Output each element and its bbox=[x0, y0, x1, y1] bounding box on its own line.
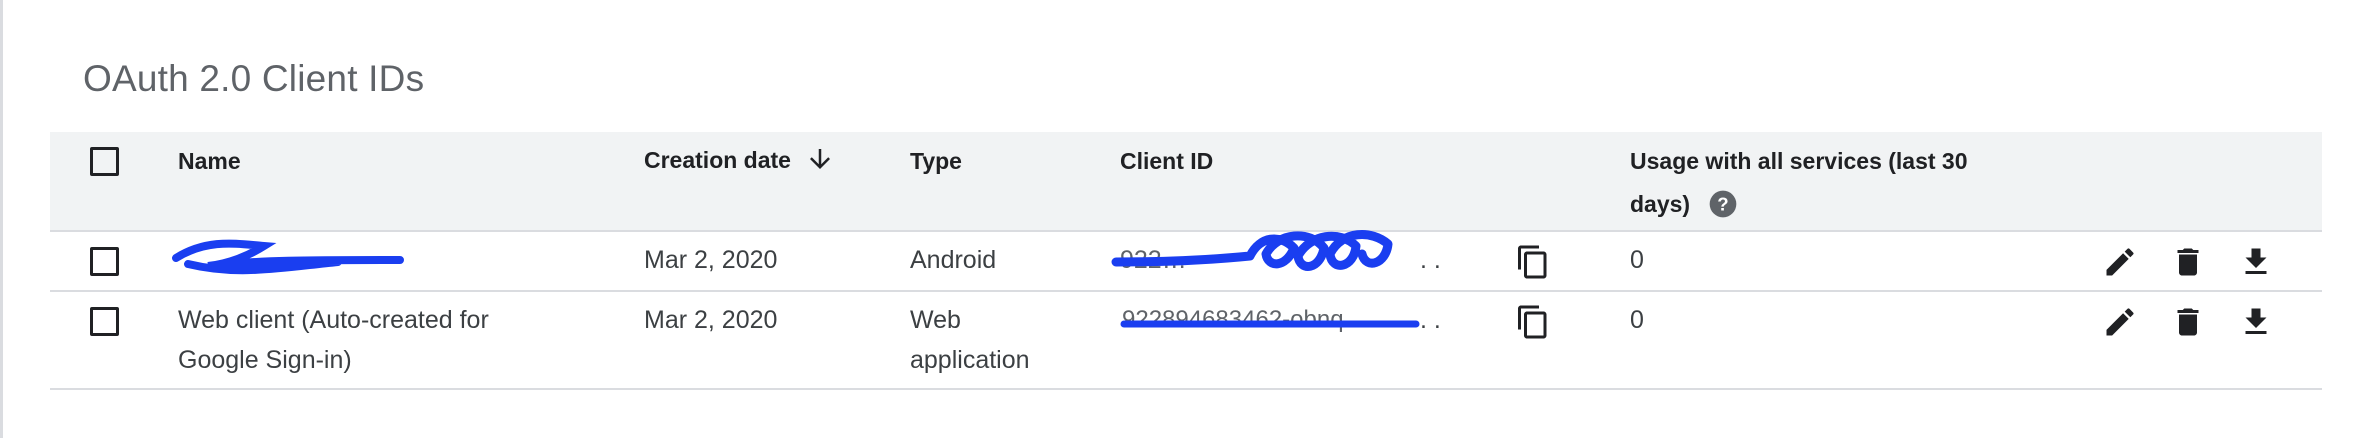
copy-icon[interactable] bbox=[1515, 304, 1551, 340]
table-header: Name Creation date Type Client ID Usage … bbox=[50, 132, 2322, 232]
creation-date: Mar 2, 2020 bbox=[644, 306, 778, 334]
column-header-client-id[interactable]: Client ID bbox=[1120, 148, 1213, 175]
usage-count: 0 bbox=[1630, 246, 1644, 274]
column-header-creation-date-label: Creation date bbox=[644, 147, 791, 173]
edit-icon[interactable] bbox=[2102, 244, 2138, 280]
row-checkbox[interactable] bbox=[90, 307, 119, 336]
client-id-value[interactable]: 922894683462-obnq bbox=[1122, 306, 1344, 334]
usage-count: 0 bbox=[1630, 306, 1644, 334]
column-header-type[interactable]: Type bbox=[910, 148, 962, 175]
client-type: Android bbox=[910, 246, 997, 274]
table-row[interactable]: Mar 2, 2020 Android 922… . . 0 bbox=[50, 230, 2322, 292]
edit-icon[interactable] bbox=[2102, 304, 2138, 340]
client-type-line2: application bbox=[910, 346, 1030, 374]
column-header-creation-date[interactable]: Creation date bbox=[644, 142, 835, 176]
copy-icon[interactable] bbox=[1515, 244, 1551, 280]
section-title: OAuth 2.0 Client IDs bbox=[83, 58, 425, 99]
oauth-client-table: Name Creation date Type Client ID Usage … bbox=[50, 132, 2322, 390]
download-icon[interactable] bbox=[2238, 304, 2274, 340]
help-icon[interactable]: ? bbox=[1707, 188, 1739, 220]
creation-date: Mar 2, 2020 bbox=[644, 246, 778, 274]
delete-icon[interactable] bbox=[2170, 244, 2206, 280]
column-header-name[interactable]: Name bbox=[178, 148, 241, 175]
client-id-ellipsis: . . bbox=[1420, 246, 1441, 274]
column-header-usage-line2: days) ? bbox=[1630, 188, 1739, 220]
client-type: Web bbox=[910, 306, 961, 334]
left-border bbox=[0, 0, 3, 438]
redaction-scribble bbox=[172, 239, 404, 275]
client-name[interactable]: Web client (Auto-created for bbox=[178, 306, 489, 335]
download-icon[interactable] bbox=[2238, 244, 2274, 280]
column-header-usage-line1: Usage with all services (last 30 bbox=[1630, 148, 1968, 174]
column-header-usage-label: days) bbox=[1630, 191, 1691, 217]
client-name-line2[interactable]: Google Sign-in) bbox=[178, 346, 352, 375]
row-checkbox[interactable] bbox=[90, 247, 119, 276]
arrow-down-icon bbox=[810, 149, 831, 169]
client-id-ellipsis: . . bbox=[1420, 306, 1441, 334]
delete-icon[interactable] bbox=[2170, 304, 2206, 340]
select-all-checkbox[interactable] bbox=[90, 147, 119, 176]
table-row[interactable]: Web client (Auto-created for Google Sign… bbox=[50, 292, 2322, 390]
svg-text:?: ? bbox=[1717, 194, 1728, 215]
client-id-value[interactable]: 922… bbox=[1120, 246, 1187, 275]
